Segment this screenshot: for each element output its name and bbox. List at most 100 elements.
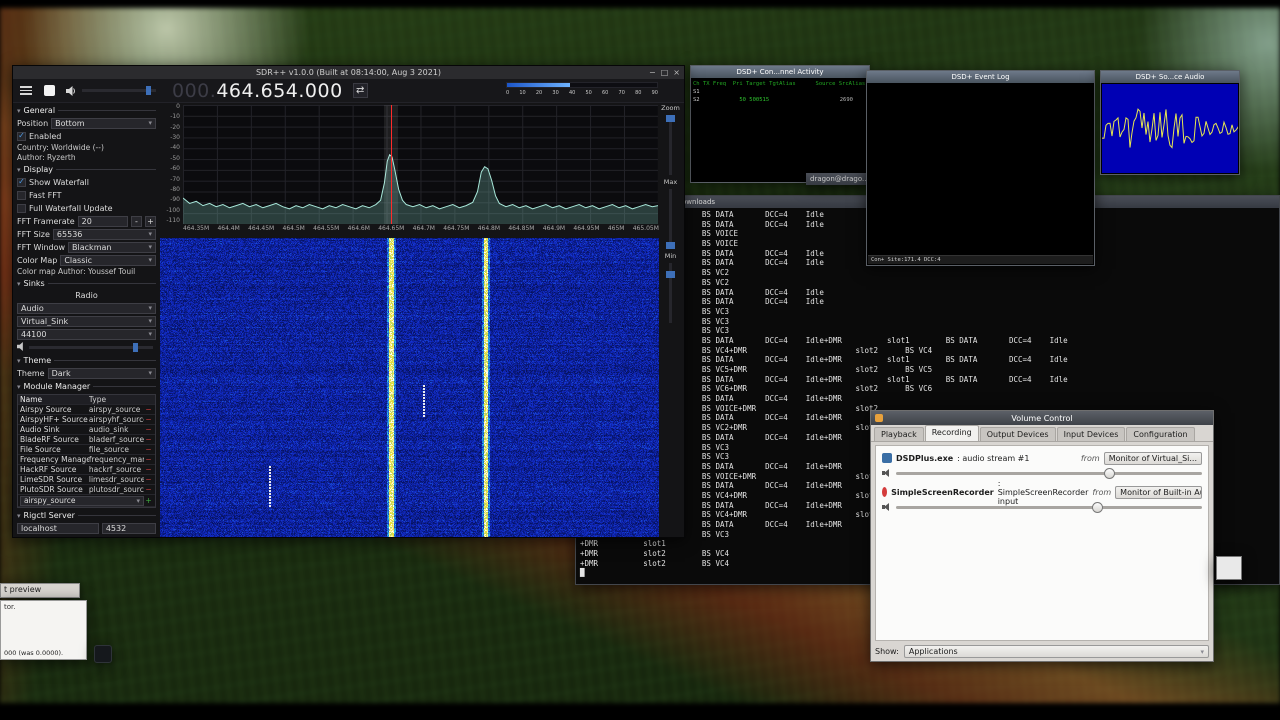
section-module-manager[interactable]: ▾ Module Manager xyxy=(15,380,158,393)
show-filter-select[interactable]: Applications ▾ xyxy=(903,645,1209,658)
zoom-slider[interactable] xyxy=(666,115,675,175)
tab[interactable]: Output Devices xyxy=(979,427,1056,441)
dsd-source-audio-titlebar[interactable]: DSD+ So...ce Audio xyxy=(1101,71,1239,83)
dialog-value-text: 000 (was 0.0000). xyxy=(4,649,64,657)
spectrum-display[interactable]: 0 -10 -20 -30 -40 -50 -60 -70 -80 -90 -100 -110 xyxy=(160,103,659,224)
db-tick: -90 xyxy=(170,196,180,204)
rigctl-port-input[interactable]: 4532 xyxy=(101,522,156,534)
framerate-decrement-button[interactable]: - xyxy=(131,215,142,227)
section-sinks[interactable]: ▾ Sinks xyxy=(15,277,158,290)
colormap-select[interactable]: Classic ▾ xyxy=(60,254,156,266)
rigctl-host-input[interactable]: localhost xyxy=(17,522,99,534)
min-slider[interactable] xyxy=(666,263,675,323)
stream1-volume-handle[interactable] xyxy=(1104,467,1116,479)
stream1-volume-slider[interactable] xyxy=(896,467,1202,479)
remove-module-button[interactable]: − xyxy=(144,435,153,444)
framerate-increment-button[interactable]: + xyxy=(145,215,156,227)
close-button[interactable]: × xyxy=(673,68,680,77)
remove-module-button[interactable]: − xyxy=(144,485,153,494)
section-general[interactable]: ▾ General xyxy=(15,104,158,117)
remove-module-button[interactable]: − xyxy=(144,475,153,484)
full-waterfall-update-checkbox[interactable] xyxy=(17,203,26,213)
waterfall-display[interactable] xyxy=(160,238,659,537)
stream2-volume-slider[interactable] xyxy=(896,501,1202,513)
dialog-fragment: tor. 000 (was 0.0000). xyxy=(0,600,87,660)
fft-window-select[interactable]: Blackman ▾ xyxy=(68,241,156,253)
module-row[interactable]: BladeRF Source bladerf_source − xyxy=(18,435,155,445)
snr-meter: 0 10 20 30 40 50 60 70 80 90 xyxy=(506,82,658,96)
tab[interactable]: Recording xyxy=(924,425,979,441)
fast-fft-checkbox[interactable] xyxy=(17,190,26,200)
fft-size-select[interactable]: 65536 ▾ xyxy=(52,228,156,240)
sink-type-select[interactable]: Audio ▾ xyxy=(17,302,156,314)
module-row[interactable]: PlutoSDR Source plutosdr_source − xyxy=(18,485,155,495)
remove-module-button[interactable]: − xyxy=(144,425,153,434)
sink-volume-handle[interactable] xyxy=(133,342,139,352)
spectrum-plot[interactable] xyxy=(183,105,658,224)
remove-module-button[interactable]: − xyxy=(144,445,153,454)
section-theme[interactable]: ▾ Theme xyxy=(15,354,158,367)
event-log-list[interactable]: 07:43:0515 radio records saved; 0 aliase… xyxy=(867,83,1094,257)
dsd-channel-activity-window: DSD+ Con...nnel Activity Ch TX Freq Pri … xyxy=(690,65,870,183)
remove-module-button[interactable]: − xyxy=(144,455,153,464)
frequency-tick: 464.8M xyxy=(477,225,501,232)
module-row[interactable]: Airspy Source airspy_source − xyxy=(18,405,155,415)
desktop-icon[interactable] xyxy=(94,645,112,663)
module-row[interactable]: AirspyHF+ Source airspyhf_source − xyxy=(18,415,155,425)
zoom-slider-handle[interactable] xyxy=(666,115,675,122)
section-label: Theme xyxy=(23,356,52,365)
tab[interactable]: Configuration xyxy=(1126,427,1195,441)
remove-module-button[interactable]: − xyxy=(144,415,153,424)
theme-select[interactable]: Dark ▾ xyxy=(47,367,156,379)
sdrpp-sidebar: ▾ General Position Bottom ▾ ✓ Enabled Countr… xyxy=(15,104,158,535)
volume-control-titlebar[interactable]: Volume Control xyxy=(871,411,1213,425)
stop-button[interactable] xyxy=(44,85,55,96)
module-row[interactable]: Audio Sink audio_sink − xyxy=(18,425,155,435)
channel-row: S2 50 500515 2690 xyxy=(693,97,853,103)
sample-rate-select[interactable]: 44100 ▾ xyxy=(17,328,156,340)
preview-window-fragment[interactable]: t preview xyxy=(0,583,80,598)
waterfall-canvas[interactable] xyxy=(160,238,659,537)
enabled-checkbox[interactable]: ✓ xyxy=(17,131,26,141)
sink-device-select[interactable]: Virtual_Sink ▾ xyxy=(17,315,156,327)
fft-framerate-input[interactable]: 20 xyxy=(77,215,128,227)
stream2-volume-handle[interactable] xyxy=(1091,501,1103,513)
module-row[interactable]: LimeSDR Source limesdr_source − xyxy=(18,475,155,485)
chevron-down-icon: ▾ xyxy=(148,317,152,325)
dsd-event-log-titlebar[interactable]: DSD+ Event Log xyxy=(867,71,1094,83)
tab[interactable]: Playback xyxy=(874,427,924,441)
spectrum-fill xyxy=(183,154,658,224)
volume-slider-handle[interactable] xyxy=(145,86,151,95)
event-log-line: 07:47:44Group call; TG=500515 RID=2690 S… xyxy=(870,227,1091,234)
section-display[interactable]: ▾ Display xyxy=(15,163,158,176)
sdrpp-toolbar: 000.464.654.000 ⇄ 0 10 20 30 40 50 60 70 80 90 xyxy=(13,79,684,103)
module-row[interactable]: HackRF Source hackrf_source − xyxy=(18,465,155,475)
remove-module-button[interactable]: − xyxy=(144,405,153,414)
remove-module-button[interactable]: − xyxy=(144,465,153,474)
position-select[interactable]: Bottom ▾ xyxy=(51,117,156,129)
speaker-icon[interactable] xyxy=(66,85,76,96)
dsd-channel-activity-titlebar[interactable]: DSD+ Con...nnel Activity xyxy=(691,66,869,78)
minimize-button[interactable]: − xyxy=(649,68,656,77)
max-slider[interactable] xyxy=(666,189,675,249)
new-module-type-select[interactable]: airspy_source ▾ xyxy=(20,495,144,506)
add-module-button[interactable]: + xyxy=(144,496,153,505)
frequency-display[interactable]: 000.464.654.000 xyxy=(172,80,343,102)
sdrpp-titlebar[interactable]: SDR++ v1.0.0 (Built at 08:14:00, Aug 3 2… xyxy=(13,66,684,79)
vfo-cursor[interactable] xyxy=(391,105,393,224)
maximize-button[interactable]: □ xyxy=(661,68,669,77)
module-row[interactable]: File Source file_source − xyxy=(18,445,155,455)
tuning-mode-button[interactable]: ⇄ xyxy=(352,83,368,98)
event-log-line: 07:45:39Group call; TG=512101 RID=512100… xyxy=(870,120,1091,127)
min-slider-handle[interactable] xyxy=(666,271,675,278)
section-rigctl-server[interactable]: ▾ Rigctl Server xyxy=(15,509,158,522)
menu-icon[interactable] xyxy=(20,86,32,95)
max-slider-handle[interactable] xyxy=(666,242,675,249)
show-waterfall-checkbox[interactable]: ✓ xyxy=(17,177,26,187)
sink-volume-slider[interactable] xyxy=(29,342,153,352)
stream1-source-button[interactable]: Monitor of Virtual_Si... xyxy=(1103,451,1202,465)
volume-slider[interactable] xyxy=(82,86,156,95)
stream2-source-button[interactable]: Monitor of Built-in Audio Analog Stere xyxy=(1115,485,1202,499)
tab[interactable]: Input Devices xyxy=(1056,427,1126,441)
module-row[interactable]: Frequency Managerfrequency_manager− xyxy=(18,455,155,465)
